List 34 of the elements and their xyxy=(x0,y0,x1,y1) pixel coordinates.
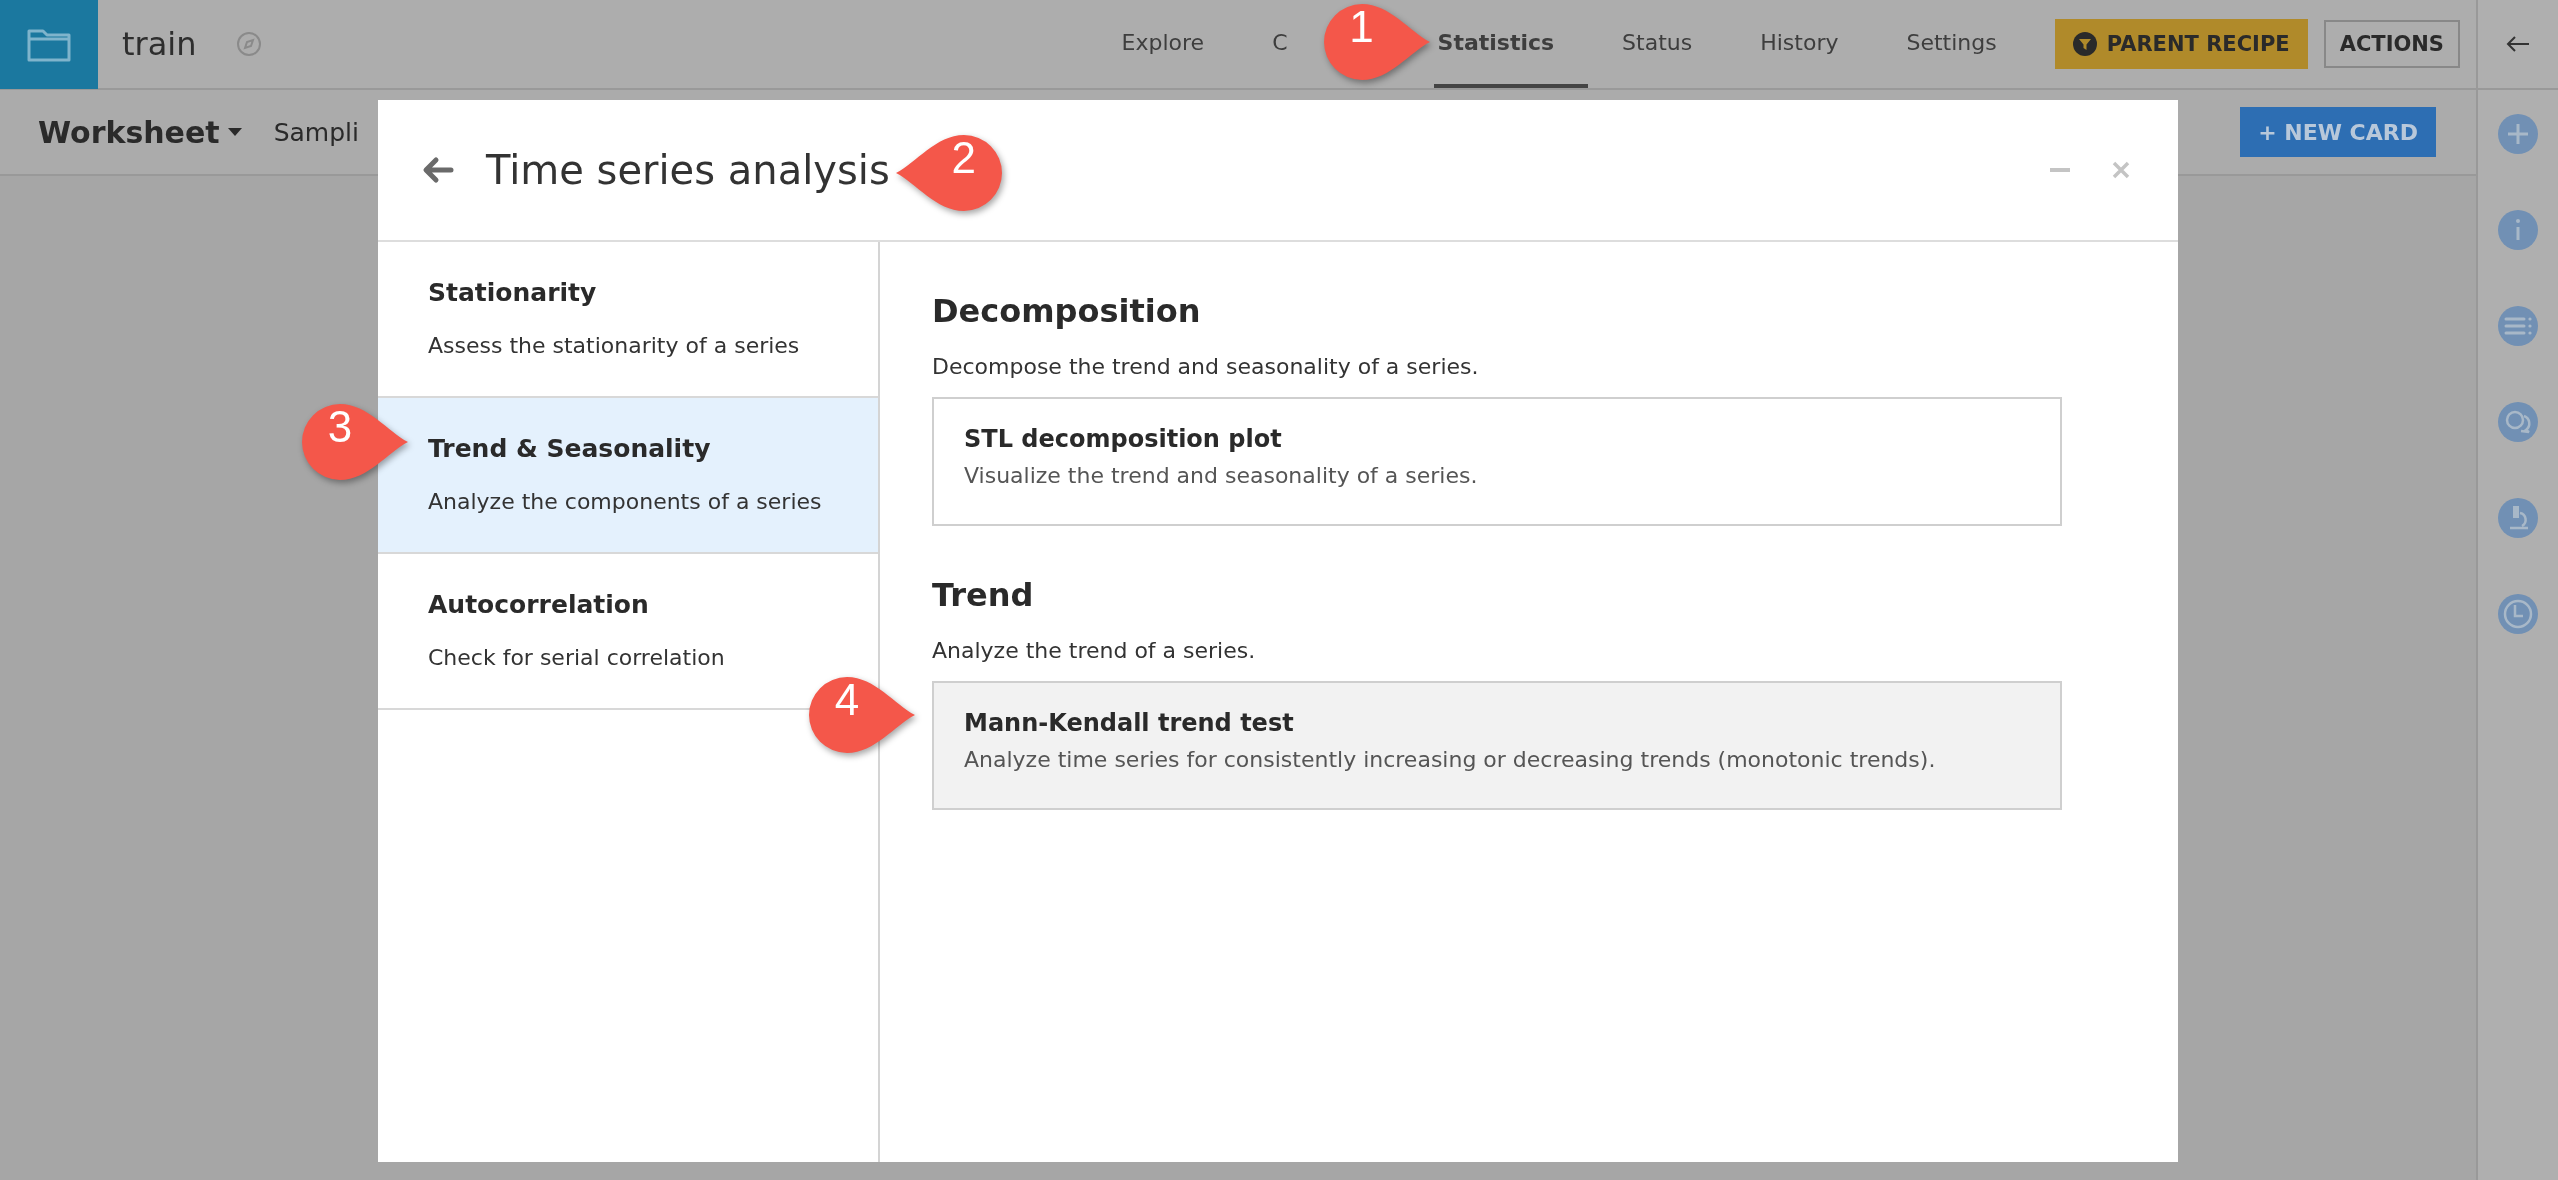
callout-marker: 3 xyxy=(300,402,410,482)
callout-marker: 1 xyxy=(1321,2,1432,82)
parent-recipe-button[interactable]: PARENT RECIPE xyxy=(2054,19,2308,69)
chat-icon[interactable] xyxy=(2498,402,2538,442)
minimize-icon[interactable] xyxy=(2050,168,2070,172)
modal-title: Time series analysis xyxy=(486,147,890,193)
actions-button[interactable]: ACTIONS xyxy=(2323,20,2460,68)
nav-tab[interactable]: Settings xyxy=(1872,0,2031,88)
section-description: Analyze the trend of a series. xyxy=(932,638,1257,663)
analysis-card[interactable]: STL decomposition plot Visualize the trend and seasonality of a series. xyxy=(932,397,2062,526)
nav-tab[interactable]: History xyxy=(1726,0,1873,88)
microscope-icon[interactable] xyxy=(2498,498,2538,538)
caret-icon xyxy=(227,128,242,136)
logo-tile[interactable] xyxy=(0,0,98,89)
category-item[interactable]: Trend & Seasonality Analyze the components of a series xyxy=(378,398,878,554)
sampling-tab[interactable]: Sampli xyxy=(273,117,359,147)
list-icon[interactable] xyxy=(2498,306,2538,346)
back-arrow-icon[interactable] xyxy=(2505,34,2531,54)
analysis-card[interactable]: Mann-Kendall trend test Analyze time series for consistently increasing or decreasing trends (monotonic trends). xyxy=(932,681,2062,810)
worksheet-menu[interactable]: Worksheet xyxy=(38,114,242,150)
compass-icon[interactable] xyxy=(236,31,263,57)
info-icon[interactable] xyxy=(2498,210,2538,250)
nav-tab[interactable]: C xyxy=(1238,0,1322,88)
section-heading: Decomposition xyxy=(932,292,1202,330)
filter-icon xyxy=(2072,32,2097,56)
section-description: Decompose the trend and seasonality of a series. xyxy=(932,354,1480,379)
nav-tab[interactable]: Status xyxy=(1588,0,1727,88)
section-heading: Trend xyxy=(932,576,1035,614)
close-icon[interactable] xyxy=(2112,161,2130,179)
clock-icon[interactable] xyxy=(2498,594,2538,634)
dataset-title: train xyxy=(122,25,197,63)
plus-icon[interactable] xyxy=(2498,114,2538,154)
nav-tab[interactable]: Explore xyxy=(1087,0,1239,88)
callout-marker: 4 xyxy=(807,675,917,755)
